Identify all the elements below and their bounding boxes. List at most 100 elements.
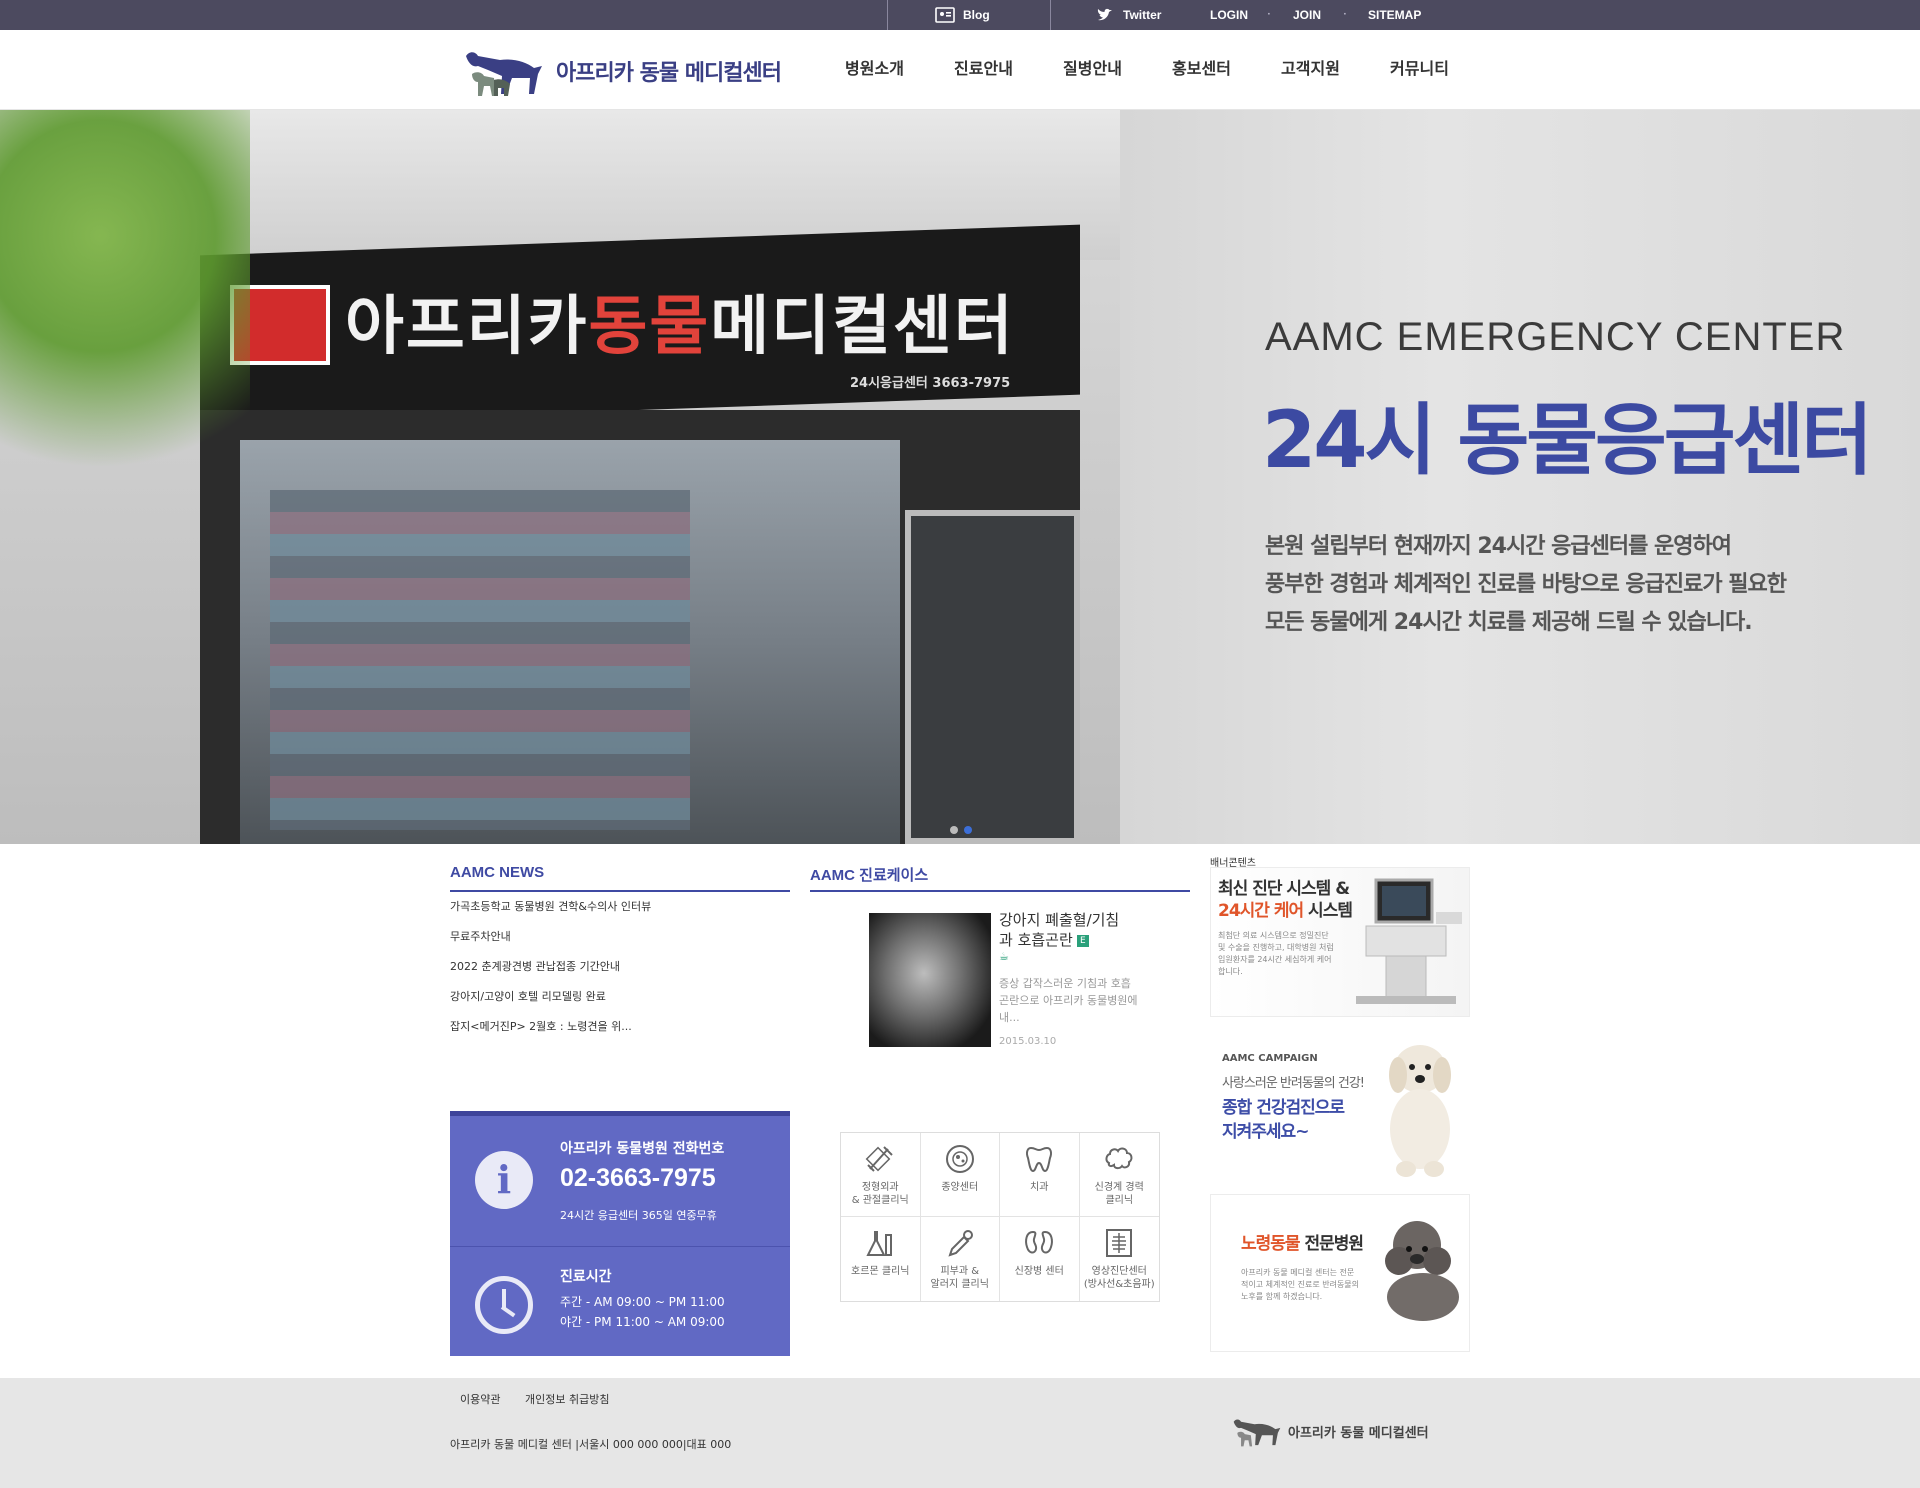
clinic-label: 피부과 & 알러지 클리닉 <box>930 1266 989 1290</box>
clinic-dental[interactable]: 치과 <box>1000 1133 1080 1217</box>
sitemap-link[interactable]: SITEMAP <box>1368 0 1421 30</box>
sign-text-part: 아프리카 <box>345 290 589 364</box>
flask-icon <box>866 1231 893 1256</box>
case-item-date: 2015.03.10 <box>999 1036 1057 1047</box>
banner2-line2: 종합 건강검진으로 <box>1222 1098 1345 1118</box>
hero-slider[interactable]: 아프리카동물메디컬센터 24시응급센터 3663-7975 AAMC EMERG… <box>0 110 1920 844</box>
banner1-line2: 24시간 케어 시스템 <box>1218 900 1353 922</box>
banner2-tag: AAMC CAMPAIGN <box>1222 1053 1318 1064</box>
footer-logo-text: 아프리카 동물 메디컬센터 <box>1288 1425 1429 1441</box>
news-item[interactable]: 2022 춘계광견병 관납접종 기간안내 <box>450 959 790 989</box>
site-logo[interactable]: 아프리카 동물 메디컬센터 <box>460 46 782 96</box>
banner3-highlight: 노령동물 <box>1241 1234 1301 1254</box>
banner-senior-pets[interactable]: 노령동물 전문병원 아프리카 동물 메디컬 센터는 전문적이고 체계적인 진료로… <box>1210 1194 1470 1352</box>
xray-icon <box>1106 1229 1133 1257</box>
clinic-oncology[interactable]: 종양센터 <box>920 1133 1000 1217</box>
blog-link[interactable]: Blog <box>935 0 990 30</box>
nav-item-community[interactable]: 커뮤니티 <box>1365 30 1474 110</box>
banner-diagnostic-system[interactable]: 최신 진단 시스템 & 24시간 케어 시스템 최첨단 의료 시스템으로 정밀진… <box>1210 867 1470 1017</box>
nav-item-support[interactable]: 고객지원 <box>1256 30 1365 110</box>
clinic-label: 호르몬 클리닉 <box>851 1266 910 1277</box>
clinic-imaging[interactable]: 영상진단센터 (방사선&초음파) <box>1080 1217 1160 1301</box>
phone-number[interactable]: 02-3663-7975 <box>560 1164 716 1193</box>
hero-desc-line: 본원 설립부터 현재까지 24시간 응급센터를 운영하여 <box>1265 534 1732 559</box>
slider-dot[interactable] <box>950 826 958 834</box>
case-item-title[interactable]: 강아지 폐출혈/기침과 호흡곤란 E <box>999 910 1129 950</box>
clinic-orthopedics[interactable]: 정형외과 & 관절클리닉 <box>841 1133 921 1217</box>
separator-dot: · <box>1343 7 1347 21</box>
login-link[interactable]: LOGIN <box>1210 0 1248 30</box>
case-item-title-text: 강아지 폐출혈/기침과 호흡곤란 <box>999 911 1120 949</box>
banner3-title: 노령동물 전문병원 <box>1241 1233 1364 1255</box>
news-title[interactable]: AAMC NEWS <box>450 864 544 881</box>
hero-desc-line: 풍부한 경험과 체계적인 진료를 바탕으로 응급진료가 필요한 <box>1265 572 1787 597</box>
storefront-shelves <box>270 490 690 830</box>
news-item[interactable]: 강아지/고양이 호텔 리모델링 완료 <box>450 989 790 1019</box>
banner2-line3: 지켜주세요~ <box>1222 1122 1309 1142</box>
blog-icon <box>935 7 955 23</box>
case-xray-thumbnail[interactable] <box>869 913 991 1047</box>
storefront-sign-phone: 24시응급센터 3663-7975 <box>850 376 1011 391</box>
banner3-description: 아프리카 동물 메디컬 센터는 전문적이고 체계적인 진료로 반려동물의 노후를… <box>1241 1268 1360 1301</box>
top-utility-bar: Blog Twitter LOGIN · JOIN · SITEMAP <box>0 0 1920 30</box>
info-icon: i <box>475 1151 533 1209</box>
tooth-icon <box>1026 1146 1053 1173</box>
dog-cat-logo-icon <box>466 52 542 96</box>
banner1-description: 최첨단 의료 시스템으로 정밀진단 및 수술을 진행하고, 대학병원 처럼 입원… <box>1218 931 1334 976</box>
nav-item-disease[interactable]: 질병안내 <box>1038 30 1147 110</box>
clinic-hormone[interactable]: 호르몬 클리닉 <box>841 1217 921 1301</box>
case-badge: E <box>1076 934 1089 947</box>
ultrasound-machine-icon <box>1356 878 1462 1004</box>
info-divider <box>450 1246 790 1247</box>
clinic-label: 종양센터 <box>941 1182 979 1193</box>
clock-icon <box>475 1276 533 1334</box>
news-item[interactable]: 가곡초등학교 동물병원 견학&수의사 인터뷰 <box>450 899 790 929</box>
news-item[interactable]: 무료주차안내 <box>450 929 790 959</box>
nav-item-pr[interactable]: 홍보센터 <box>1147 30 1256 110</box>
sign-text-part: 메디컬센터 <box>710 290 1015 364</box>
nav-item-treatment[interactable]: 진료안내 <box>929 30 1038 110</box>
clinic-neurology[interactable]: 신경계 경력 클리닉 <box>1079 1133 1159 1217</box>
site-header: 아프리카 동물 메디컬센터 병원소개 진료안내 질병안내 홍보센터 고객지원 커… <box>0 30 1920 110</box>
poodle-image <box>1385 1221 1459 1321</box>
footer-address: 아프리카 동물 메디컬 센터 |서울시 000 000 000|대표 000 <box>450 1438 732 1451</box>
storefront-sign-text: 아프리카동물메디컬센터 <box>345 275 1015 367</box>
dropper-icon <box>948 1230 973 1257</box>
clinic-label: 영상진단센터 (방사선&초음파) <box>1083 1266 1155 1290</box>
logo-text: 아프리카 동물 메디컬센터 <box>556 61 782 86</box>
banner-campaign[interactable]: AAMC CAMPAIGN 사랑스러운 반려동물의 건강! 종합 건강검진으로 … <box>1210 1033 1470 1185</box>
kidney-icon <box>1025 1230 1054 1254</box>
case-item-description: 증상 갑작스러운 기침과 호흡곤란으로 아프리카 동물병원에 내... <box>999 977 1138 1024</box>
clinic-dermatology[interactable]: 피부과 & 알러지 클리닉 <box>921 1217 1000 1301</box>
blog-label: Blog <box>963 8 990 22</box>
hours-label: 진료시간 <box>560 1269 612 1285</box>
topbar-divider <box>1050 0 1051 30</box>
slider-dot-active[interactable] <box>964 826 972 834</box>
nav-item-about[interactable]: 병원소개 <box>820 30 929 110</box>
banner2-line1: 사랑스러운 반려동물의 건강! <box>1222 1076 1365 1091</box>
twitter-bird-icon <box>1097 8 1112 21</box>
cell-icon <box>945 1145 974 1173</box>
terms-link[interactable]: 이용약관 <box>460 1391 500 1407</box>
hero-desc-line: 모든 동물에게 24시간 치료를 제공해 드릴 수 있습니다. <box>1265 610 1753 635</box>
footer-logo[interactable]: 아프리카 동물 메디컬센터 <box>1230 1413 1429 1449</box>
clinic-grid: 정형외과 & 관절클리닉 종양센터 치과 신경계 경력 클리닉 호르몬 클리닉 … <box>840 1132 1160 1302</box>
main-nav: 병원소개 진료안내 질병안내 홍보센터 고객지원 커뮤니티 <box>820 30 1474 110</box>
brain-icon <box>1105 1147 1133 1170</box>
news-item[interactable]: 잡지<메거진P> 2월호 : 노령견을 위... <box>450 1019 790 1049</box>
privacy-link[interactable]: 개인정보 취급방침 <box>525 1391 609 1407</box>
hours-day: 주간 - AM 09:00 ~ PM 11:00 <box>560 1295 725 1309</box>
twitter-label: Twitter <box>1123 8 1162 22</box>
clinic-label: 신경계 경력 클리닉 <box>1094 1182 1144 1206</box>
banner3-title-rest: 전문병원 <box>1299 1234 1364 1254</box>
topbar-divider <box>887 0 888 30</box>
news-list: 가곡초등학교 동물병원 견학&수의사 인터뷰 무료주차안내 2022 춘계광견병… <box>450 899 790 1049</box>
case-cup-icon: ☕ <box>999 950 1009 963</box>
twitter-link[interactable]: Twitter <box>1095 0 1161 30</box>
join-link[interactable]: JOIN <box>1293 0 1321 30</box>
clinic-kidney[interactable]: 신장병 센터 <box>1000 1217 1080 1301</box>
sign-text-part: 동물 <box>588 290 711 364</box>
clinic-label: 신장병 센터 <box>1014 1266 1064 1277</box>
case-section-title[interactable]: AAMC 진료케이스 <box>810 864 928 885</box>
hero-description: 본원 설립부터 현재까지 24시간 응급센터를 운영하여 풍부한 경험과 체계적… <box>1265 528 1885 642</box>
